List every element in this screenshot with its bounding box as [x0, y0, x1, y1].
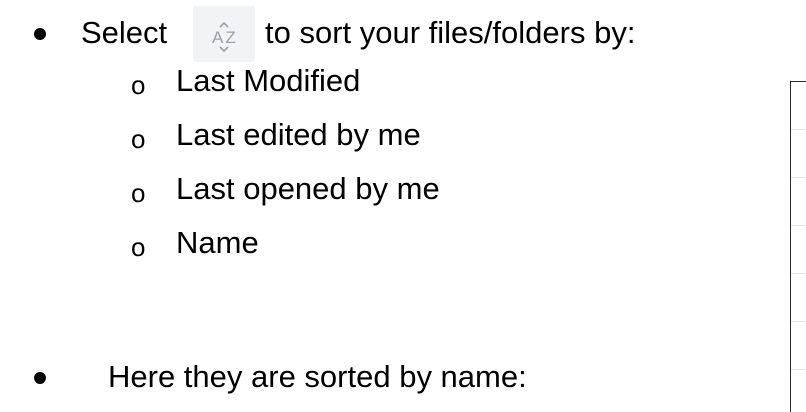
row-divider [791, 129, 806, 130]
sort-az-icon: AZ [193, 6, 255, 62]
bullet-dot [34, 372, 46, 384]
sub-list-marker: o [131, 70, 146, 100]
sorted-by-name-caption: Here they are sorted by name: [108, 359, 527, 394]
row-divider [791, 273, 806, 274]
sort-option-last-edited: Last edited by me [176, 117, 421, 152]
row-divider [791, 321, 806, 322]
row-divider [791, 369, 806, 370]
bullet-dot [34, 28, 46, 40]
sub-list-marker: o [131, 232, 146, 262]
row-divider [791, 177, 806, 178]
file-list-screenshot-frame [790, 81, 806, 412]
instruction-sort-by: to sort your files/folders by: [265, 15, 636, 50]
sort-az-icon-glyph: AZ [212, 21, 238, 53]
sub-list-marker: o [131, 178, 146, 208]
sort-option-name: Name [176, 225, 259, 260]
row-divider [791, 225, 806, 226]
sort-option-last-opened: Last opened by me [176, 171, 440, 206]
sort-option-last-modified: Last Modified [176, 63, 361, 98]
svg-text:AZ: AZ [212, 28, 238, 47]
sub-list-marker: o [131, 124, 146, 154]
instruction-select: Select [81, 15, 168, 50]
